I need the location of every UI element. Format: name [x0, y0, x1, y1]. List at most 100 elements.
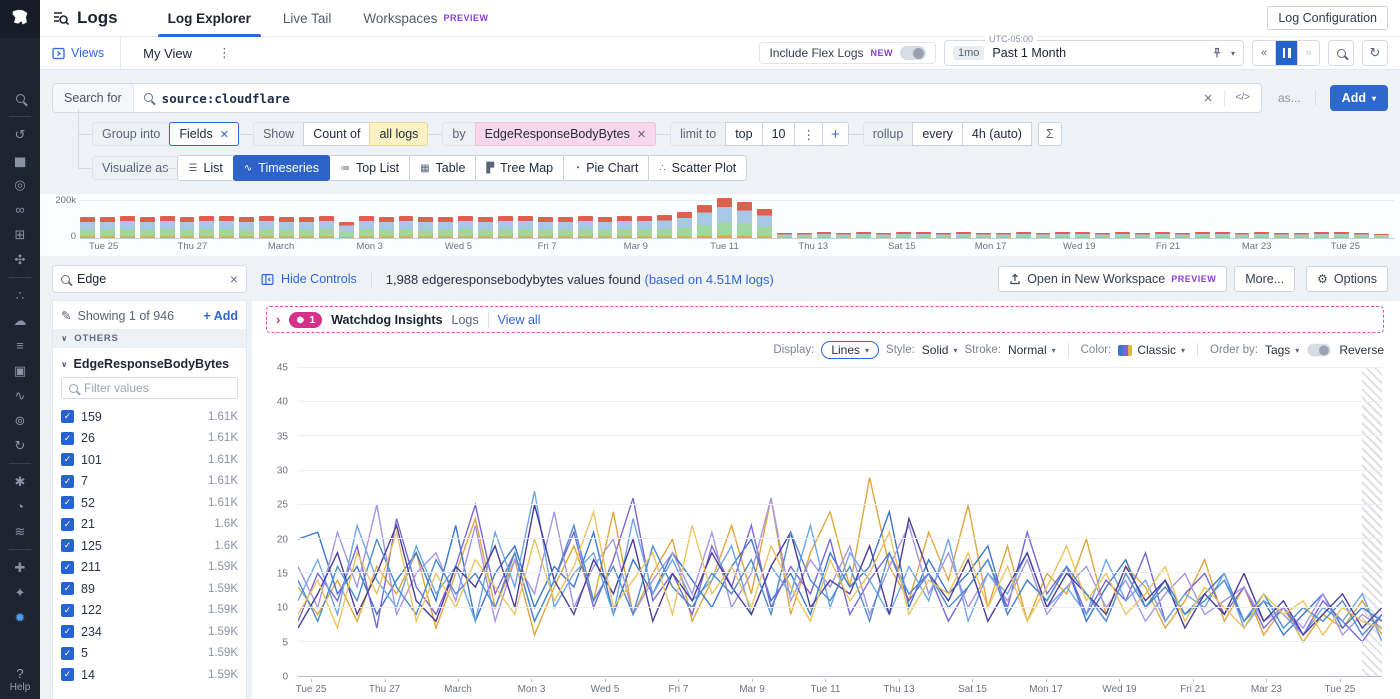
facet-value-row[interactable]: ✓521.61K — [53, 492, 246, 514]
volume-bar[interactable] — [836, 233, 851, 238]
volume-bar[interactable] — [1274, 233, 1289, 238]
metrics-icon[interactable]: ▅ — [0, 147, 40, 172]
tab-workspaces[interactable]: WorkspacesPREVIEW — [347, 0, 504, 37]
current-view-name[interactable]: My View — [143, 46, 192, 61]
volume-bar[interactable] — [617, 216, 632, 238]
volume-bar[interactable] — [80, 217, 95, 238]
volume-bar[interactable] — [1075, 232, 1090, 238]
log-configuration-button[interactable]: Log Configuration — [1267, 6, 1388, 30]
volume-bar[interactable] — [1036, 233, 1051, 238]
volume-bar[interactable] — [339, 222, 354, 238]
top-pill[interactable]: top — [725, 122, 762, 146]
volume-bar[interactable] — [160, 216, 175, 238]
remove-fields-icon[interactable]: ✕ — [220, 128, 229, 141]
volume-bar[interactable] — [1115, 232, 1130, 238]
viz-table[interactable]: ▦Table — [409, 155, 476, 181]
pin-icon[interactable] — [1211, 47, 1223, 59]
checkbox[interactable]: ✓ — [61, 453, 74, 466]
checkbox[interactable]: ✓ — [61, 410, 74, 423]
volume-bar[interactable] — [259, 216, 274, 238]
facet-value-row[interactable]: ✓2111.59K — [53, 557, 246, 579]
clear-facet-search-icon[interactable]: × — [230, 271, 238, 287]
volume-bar[interactable] — [677, 212, 692, 238]
volume-bar[interactable] — [956, 232, 971, 238]
watchdog-view-all-link[interactable]: View all — [498, 313, 541, 327]
facet-value-row[interactable]: ✓1221.59K — [53, 600, 246, 622]
volume-bar[interactable] — [1314, 232, 1329, 238]
service-map-icon[interactable]: ✣ — [0, 247, 40, 272]
more-button[interactable]: More... — [1234, 266, 1295, 292]
top-n-pill[interactable]: 10 — [762, 122, 796, 146]
checkbox[interactable]: ✓ — [61, 432, 74, 445]
checkbox[interactable]: ✓ — [61, 496, 74, 509]
edit-icon[interactable]: ✎ — [61, 308, 71, 323]
pause-button[interactable] — [1275, 41, 1297, 65]
facet-group-title[interactable]: ∨EdgeResponseBodyBytes — [53, 348, 246, 374]
group-fields-pill[interactable]: Fields✕ — [169, 122, 239, 146]
volume-bar[interactable] — [817, 232, 832, 238]
code-view-icon[interactable]: </> — [1224, 90, 1261, 107]
plot-area[interactable] — [298, 368, 1382, 677]
based-on-logs-link[interactable]: (based on 4.51M logs) — [645, 272, 774, 287]
volume-bar[interactable] — [717, 198, 732, 238]
volume-chart-plot[interactable]: 200k 0 — [80, 197, 1394, 239]
volume-bar[interactable] — [518, 216, 533, 238]
facet-section-others[interactable]: ∨OTHERS — [53, 329, 246, 348]
checkbox[interactable]: ✓ — [61, 668, 74, 681]
remove-by-field-icon[interactable]: ✕ — [637, 128, 646, 141]
volume-bar[interactable] — [777, 233, 792, 238]
volume-bar[interactable] — [299, 217, 314, 238]
volume-bar[interactable] — [1294, 233, 1309, 238]
checkbox[interactable]: ✓ — [61, 518, 74, 531]
volume-bar[interactable] — [478, 217, 493, 238]
volume-bar[interactable] — [100, 217, 115, 238]
rum-icon[interactable]: ▣ — [0, 358, 40, 383]
help-button[interactable]: ? Help — [0, 666, 40, 693]
volume-bar[interactable] — [697, 205, 712, 238]
software-catalog-icon[interactable]: ⊞ — [0, 222, 40, 247]
volume-bar[interactable] — [219, 216, 234, 238]
volume-bar[interactable] — [916, 232, 931, 238]
volume-bar[interactable] — [976, 233, 991, 238]
facet-value-row[interactable]: ✓1251.6K — [53, 535, 246, 557]
add-group-icon[interactable]: + — [822, 122, 849, 146]
volume-bar[interactable] — [896, 232, 911, 238]
add-button[interactable]: Add▾ — [1330, 85, 1388, 111]
volume-bar[interactable] — [1175, 233, 1190, 238]
volume-bar[interactable] — [359, 216, 374, 238]
stroke-select[interactable]: Normal▾ — [1008, 343, 1056, 357]
volume-bar[interactable] — [737, 202, 752, 238]
tab-live-tail[interactable]: Live Tail — [267, 0, 348, 37]
all-logs-pill[interactable]: all logs — [369, 122, 428, 146]
volume-bar[interactable] — [797, 233, 812, 238]
facet-value-row[interactable]: ✓261.61K — [53, 428, 246, 450]
volume-bar[interactable] — [140, 217, 155, 238]
facet-value-row[interactable]: ✓141.59K — [53, 664, 246, 686]
facet-value-row[interactable]: ✓891.59K — [53, 578, 246, 600]
options-button[interactable]: ⚙ Options — [1306, 266, 1388, 292]
volume-bar[interactable] — [538, 217, 553, 238]
limit-kebab-icon[interactable]: ⋮ — [794, 122, 823, 146]
volume-bar[interactable] — [1135, 233, 1150, 238]
viz-top-list[interactable]: ≔Top List — [329, 155, 410, 181]
viz-timeseries[interactable]: ∿Timeseries — [233, 155, 330, 181]
volume-bar[interactable] — [1254, 232, 1269, 238]
reverse-toggle[interactable] — [1308, 344, 1331, 357]
ci-icon[interactable]: ↻ — [0, 433, 40, 458]
synthetics-icon[interactable]: ⊚ — [0, 408, 40, 433]
volume-bar[interactable] — [558, 217, 573, 238]
history-icon[interactable]: ↺ — [0, 122, 40, 147]
dashboards-icon[interactable]: ◔ — [0, 494, 40, 519]
order-by-select[interactable]: Tags▾ — [1265, 343, 1299, 357]
checkbox[interactable]: ✓ — [61, 582, 74, 595]
clear-search-icon[interactable]: × — [1193, 90, 1224, 107]
style-select[interactable]: Solid▾ — [922, 343, 958, 357]
facet-value-row[interactable]: ✓2341.59K — [53, 621, 246, 643]
connections-icon[interactable]: ∿ — [0, 383, 40, 408]
save-as-button[interactable]: as... — [1278, 91, 1301, 105]
log-search-bar[interactable]: Search for source:cloudflare × </> — [52, 83, 1262, 113]
facet-value-row[interactable]: ✓211.6K — [53, 514, 246, 536]
volume-bar[interactable] — [120, 216, 135, 238]
datadog-logo[interactable] — [0, 0, 40, 38]
volume-bar[interactable] — [1195, 232, 1210, 238]
